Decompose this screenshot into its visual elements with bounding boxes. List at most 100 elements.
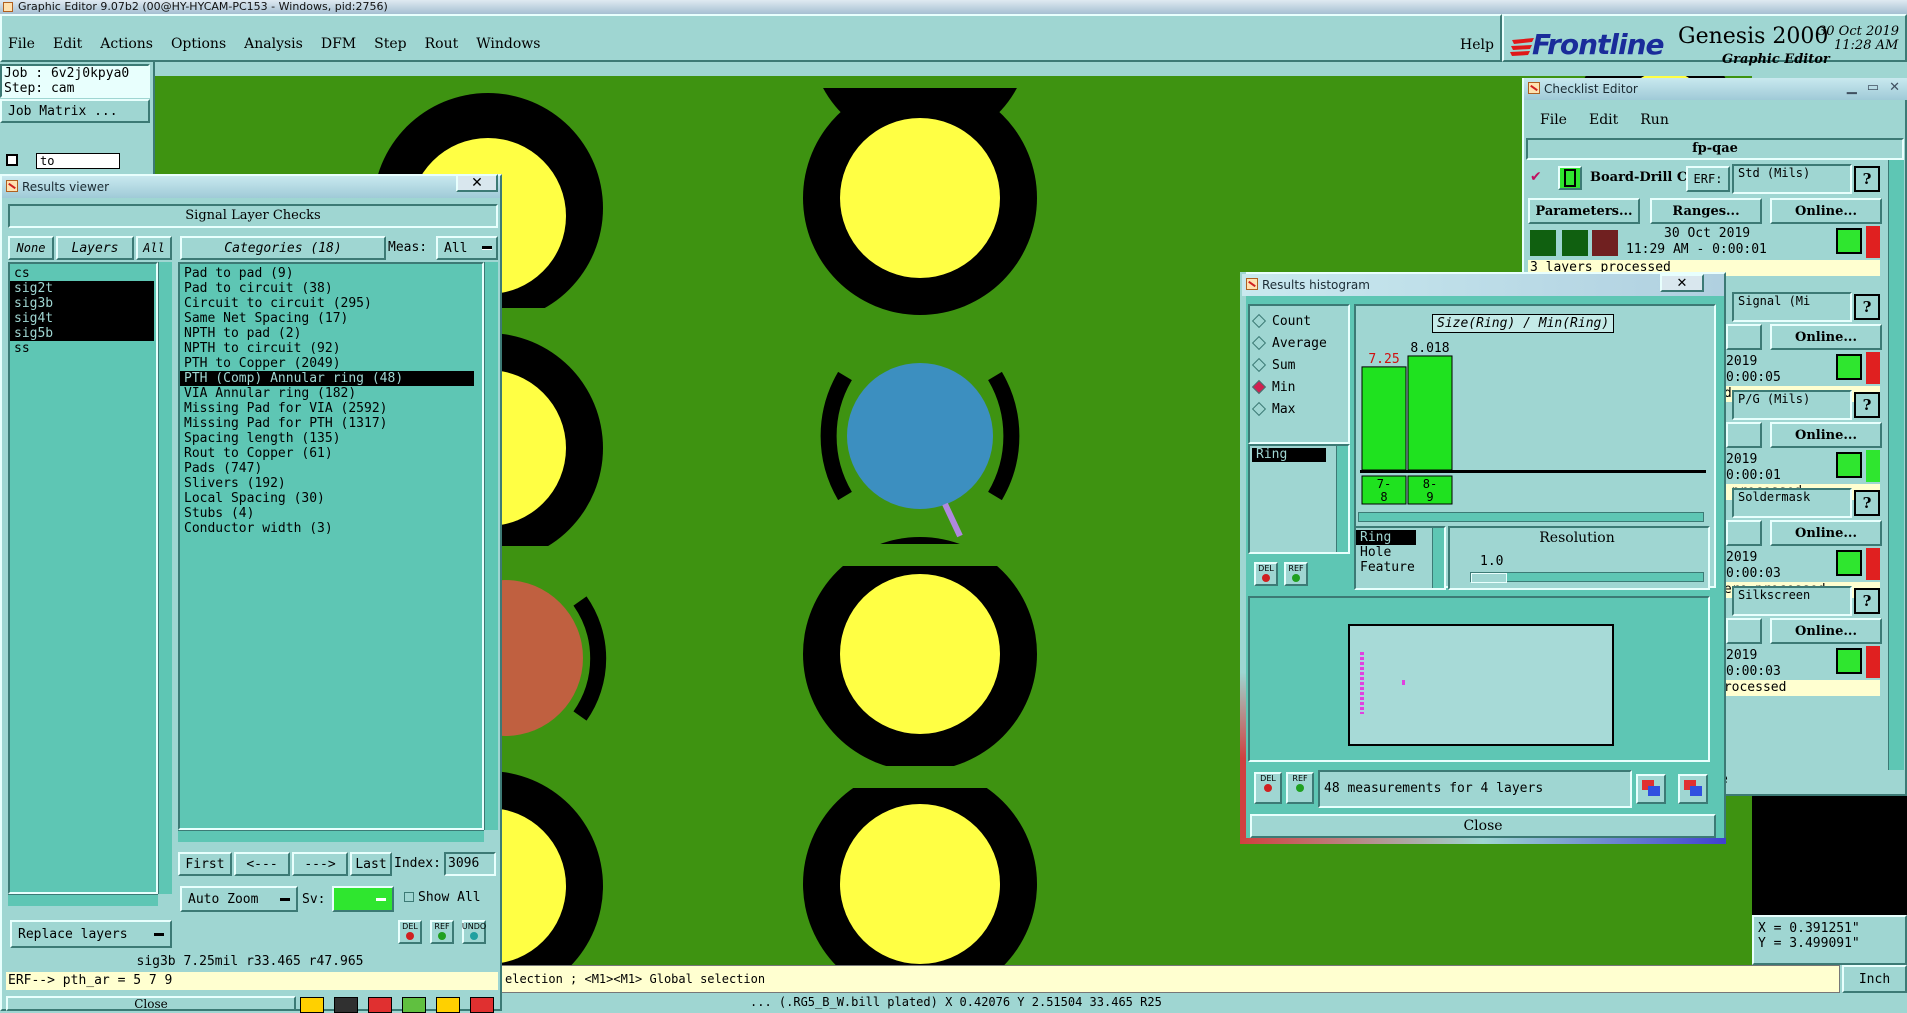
to-checkbox[interactable] [6,154,18,166]
menu-analysis[interactable]: Analysis [244,36,303,56]
first-button[interactable]: First [178,852,232,876]
layer-list-item[interactable]: sig5b [10,326,154,341]
category-list-item[interactable]: Spacing length (135) [180,431,474,446]
sv-color-dropdown[interactable] [332,886,394,912]
help-question-button[interactable]: ? [1854,588,1880,614]
checklist-item-checkbox[interactable]: ✔ [1530,170,1544,184]
export-icon[interactable] [1636,774,1666,804]
help-question-button[interactable]: ? [1854,392,1880,418]
category-list-item[interactable]: NPTH to pad (2) [180,326,474,341]
checklist-menu-edit[interactable]: Edit [1589,112,1618,128]
menu-rout[interactable]: Rout [425,36,459,56]
erf-model-field[interactable]: Std (Mils) [1732,164,1852,194]
close-icon[interactable]: ✕ [456,174,498,192]
partial-button[interactable] [1726,324,1762,350]
prev-button[interactable]: <--- [234,852,290,876]
category-list-item[interactable]: Missing Pad for PTH (1317) [180,416,474,431]
histogram-bar[interactable] [1407,355,1453,471]
category-list-item[interactable]: Same Net Spacing (17) [180,311,474,326]
del-button[interactable]: DEL [398,920,422,944]
category-list-item[interactable]: Missing Pad for VIA (2592) [180,401,474,416]
menu-options[interactable]: Options [171,36,226,56]
category-list-item[interactable]: Pad to circuit (38) [180,281,474,296]
layer-list-hscrollbar[interactable] [8,894,158,906]
online-button[interactable]: Online... [1770,198,1882,224]
import-icon[interactable] [1678,774,1708,804]
param-field[interactable]: P/G (Mils) [1732,390,1852,420]
layer-list-item[interactable]: sig3b [10,296,154,311]
help-question-button[interactable]: ? [1854,490,1880,516]
resolution-slider[interactable] [1470,572,1704,583]
replace-layers-dropdown[interactable]: Replace layers [10,920,172,948]
to-field[interactable]: to [36,153,120,169]
preview-del-button[interactable]: DEL [1254,772,1282,804]
type-list-item[interactable]: Feature [1356,560,1416,575]
layers-button[interactable]: Layers [56,236,134,260]
show-all-checkbox[interactable] [404,892,414,902]
window-controls-icon[interactable]: ▁ ▭ ✕ [1760,80,1900,98]
category-list-item[interactable]: PTH to Copper (2049) [180,356,474,371]
run-icon[interactable] [1560,228,1590,258]
layer-list[interactable]: cs sig2t sig3b sig4t sig5b ss [8,262,158,894]
type-list-scrollbar[interactable] [1432,528,1444,588]
zoom-results-icon[interactable] [1836,228,1862,254]
help-question-button[interactable]: ? [1854,166,1880,192]
param-field[interactable]: Signal (Mi [1732,292,1852,322]
zoom-results-icon[interactable] [1836,550,1862,576]
job-matrix-button[interactable]: Job Matrix ... [0,99,150,123]
category-list-item[interactable]: Conductor width (3) [180,521,474,536]
category-list-item[interactable]: Stubs (4) [180,506,474,521]
category-list-item[interactable]: VIA Annular ring (182) [180,386,474,401]
ring-list[interactable]: Ring [1248,444,1350,554]
online-button[interactable]: Online... [1770,618,1882,644]
partial-button[interactable] [1726,422,1762,448]
menu-dfm[interactable]: DFM [321,36,356,56]
auto-zoom-dropdown[interactable]: Auto Zoom [180,886,298,912]
checklist-menu-run[interactable]: Run [1640,112,1669,128]
units-button[interactable]: Inch [1842,965,1907,993]
preview-ref-button[interactable]: REF [1286,772,1314,804]
ring-list-scrollbar[interactable] [1336,446,1348,552]
results-close-button[interactable]: Close [6,996,296,1011]
close-icon[interactable]: ✕ [1889,80,1900,98]
histogram-bar[interactable] [1361,366,1407,471]
hist-del-button[interactable]: DEL [1254,562,1278,586]
category-list[interactable]: Pad to pad (9) Pad to circuit (38) Circuit… [178,262,484,830]
chart-hscrollbar[interactable] [1358,512,1704,522]
meas-dropdown[interactable]: All [436,236,498,260]
mode-radio-sum[interactable]: Sum [1250,354,1348,376]
help-menu[interactable]: Help [1460,37,1494,53]
next-button[interactable]: ---> [292,852,348,876]
layer-list-item[interactable]: cs [10,266,154,281]
category-list-item[interactable]: Pad to pad (9) [180,266,474,281]
menu-actions[interactable]: Actions [100,36,153,56]
categories-button[interactable]: Categories (18) [180,236,386,260]
help-question-button[interactable]: ? [1854,294,1880,320]
index-input[interactable]: 3096 [444,852,496,876]
category-list-hscrollbar[interactable] [178,830,484,842]
menu-windows[interactable]: Windows [476,36,540,56]
layer-list-scrollbar[interactable] [158,262,172,894]
checklist-menu-file[interactable]: File [1540,112,1567,128]
type-list-item[interactable]: Hole [1356,545,1416,560]
erf-button[interactable]: ERF: [1686,166,1730,192]
slider-handle[interactable] [1471,573,1507,583]
undo-button[interactable]: UNDO [462,920,486,944]
layer-list-item[interactable]: ss [10,341,154,356]
category-list-item[interactable]: NPTH to circuit (92) [180,341,474,356]
histogram-close-icon[interactable]: ✕ [1660,274,1704,292]
menu-step[interactable]: Step [374,36,406,56]
param-field[interactable]: Silkscreen [1732,586,1852,616]
category-list-item[interactable]: Local Spacing (30) [180,491,474,506]
board-drill-action-icon[interactable] [1558,166,1582,190]
category-list-item[interactable]: Slivers (192) [180,476,474,491]
menu-file[interactable]: File [8,36,35,56]
mode-radio-average[interactable]: Average [1250,332,1348,354]
ring-list-item[interactable]: Ring [1252,448,1326,462]
layer-list-item[interactable]: sig4t [10,311,154,326]
zoom-results-icon[interactable] [1836,354,1862,380]
partial-button[interactable] [1726,520,1762,546]
param-field[interactable]: Soldermask [1732,488,1852,518]
menu-edit[interactable]: Edit [53,36,82,56]
restore-icon[interactable]: ▭ [1867,80,1879,98]
